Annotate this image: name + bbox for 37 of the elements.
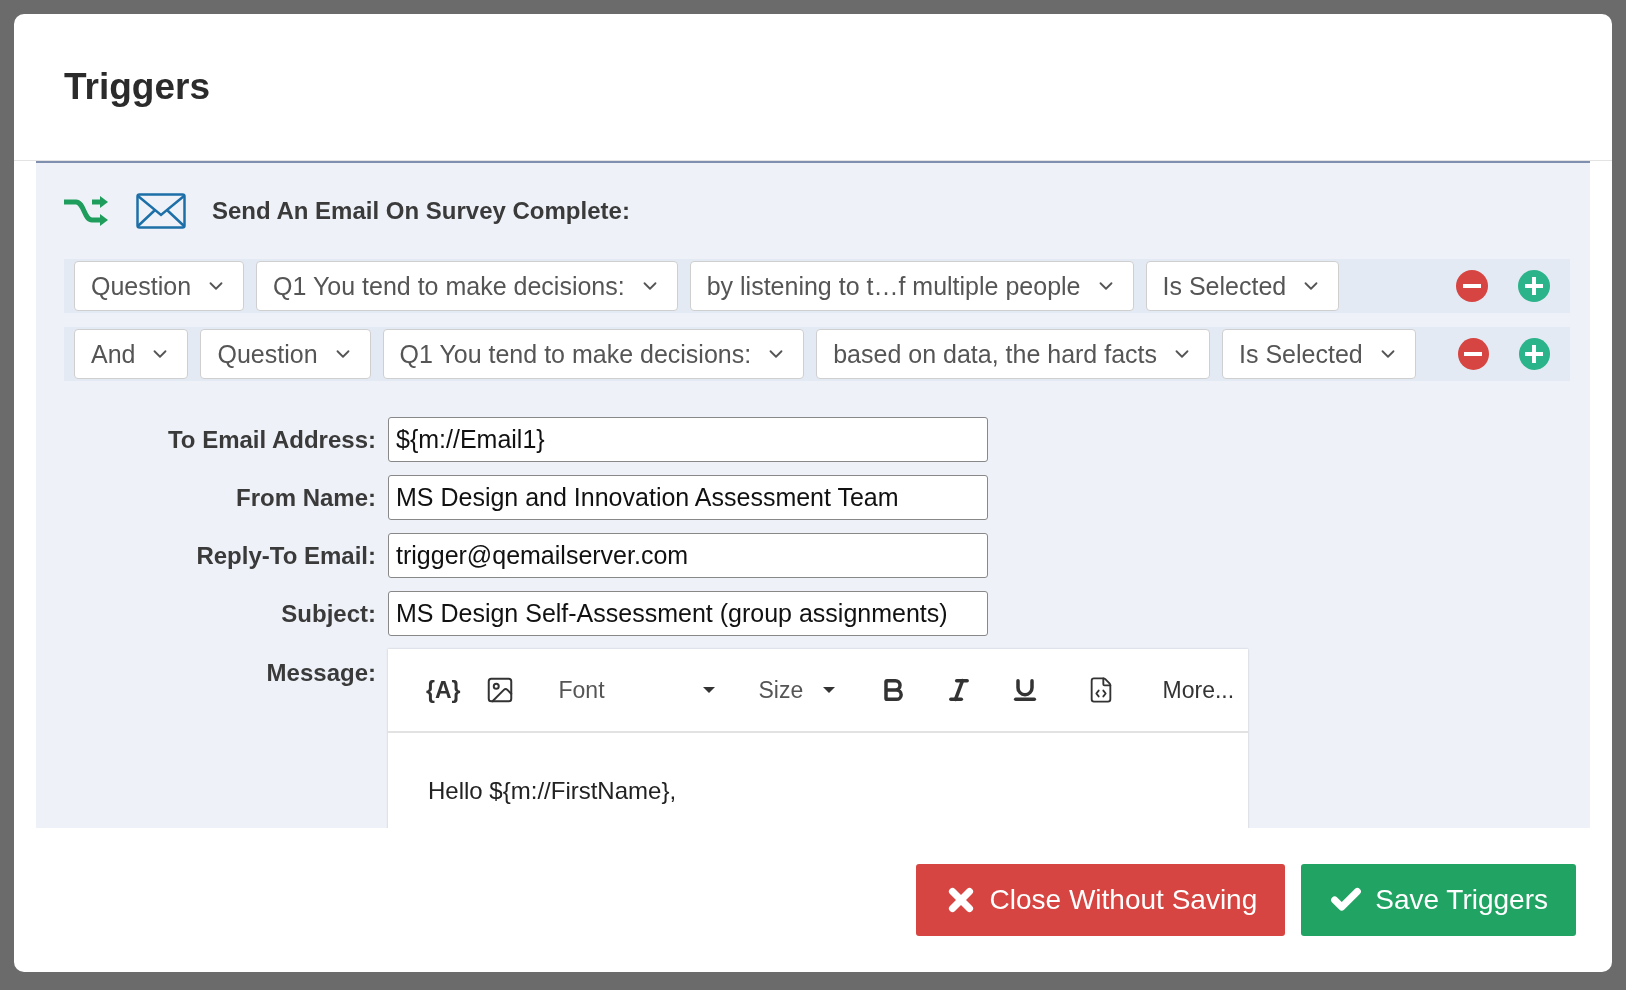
- toolbar-dropdown[interactable]: Size: [746, 668, 847, 712]
- close-without-saving-button[interactable]: Close Without Saving: [915, 864, 1286, 936]
- condition-dropdown[interactable]: Is Selected: [1145, 261, 1340, 311]
- more-button[interactable]: More...: [1150, 668, 1247, 712]
- dialog-title: Triggers: [64, 66, 210, 108]
- input-field[interactable]: MS Design and Innovation Assessment Team: [388, 475, 988, 520]
- shuffle-icon: [64, 194, 110, 228]
- add-condition-button[interactable]: [1518, 270, 1550, 302]
- envelope-icon: [136, 193, 186, 229]
- input-field[interactable]: ${m://Email1}: [388, 417, 988, 462]
- condition-dropdown[interactable]: based on data, the hard facts: [816, 329, 1210, 379]
- condition-dropdown[interactable]: Is Selected: [1222, 329, 1416, 379]
- remove-condition-button[interactable]: [1457, 338, 1489, 370]
- condition-dropdown[interactable]: Q1 You tend to make decisions:: [382, 329, 805, 379]
- input-field[interactable]: MS Design Self-Assessment (group assignments): [388, 591, 988, 636]
- piped-text-button[interactable]: {A}: [414, 668, 473, 712]
- plus-icon: [1525, 345, 1544, 363]
- condition-dropdown[interactable]: Question: [200, 329, 371, 379]
- minus-icon: [1463, 284, 1481, 288]
- field-label: From Name:: [234, 483, 376, 512]
- message-text: Hello ${m://FirstName},: [428, 777, 677, 804]
- toolbar-dropdown[interactable]: Font: [546, 668, 727, 712]
- field-label: Message:: [265, 658, 376, 687]
- message-editor[interactable]: {A} Font Size More... Hello ${m://FirstName},: [388, 649, 1248, 828]
- condition-dropdown[interactable]: by listening to t…f multiple people: [689, 261, 1134, 311]
- condition-dropdown[interactable]: Question: [74, 261, 245, 311]
- condition-dropdown[interactable]: And: [74, 329, 189, 379]
- input-field[interactable]: trigger@qemailserver.com: [388, 533, 988, 578]
- add-condition-button[interactable]: [1518, 338, 1550, 370]
- field-label: To Email Address:: [166, 425, 376, 454]
- remove-condition-button[interactable]: [1456, 270, 1488, 302]
- field-label: Subject:: [280, 599, 376, 628]
- condition-dropdown[interactable]: Q1 You tend to make decisions:: [256, 261, 678, 311]
- plus-icon: [1525, 277, 1543, 295]
- field-label: Reply-To Email:: [195, 541, 376, 570]
- trigger-heading: Send An Email On Survey Complete:: [212, 197, 630, 225]
- minus-icon: [1464, 352, 1483, 356]
